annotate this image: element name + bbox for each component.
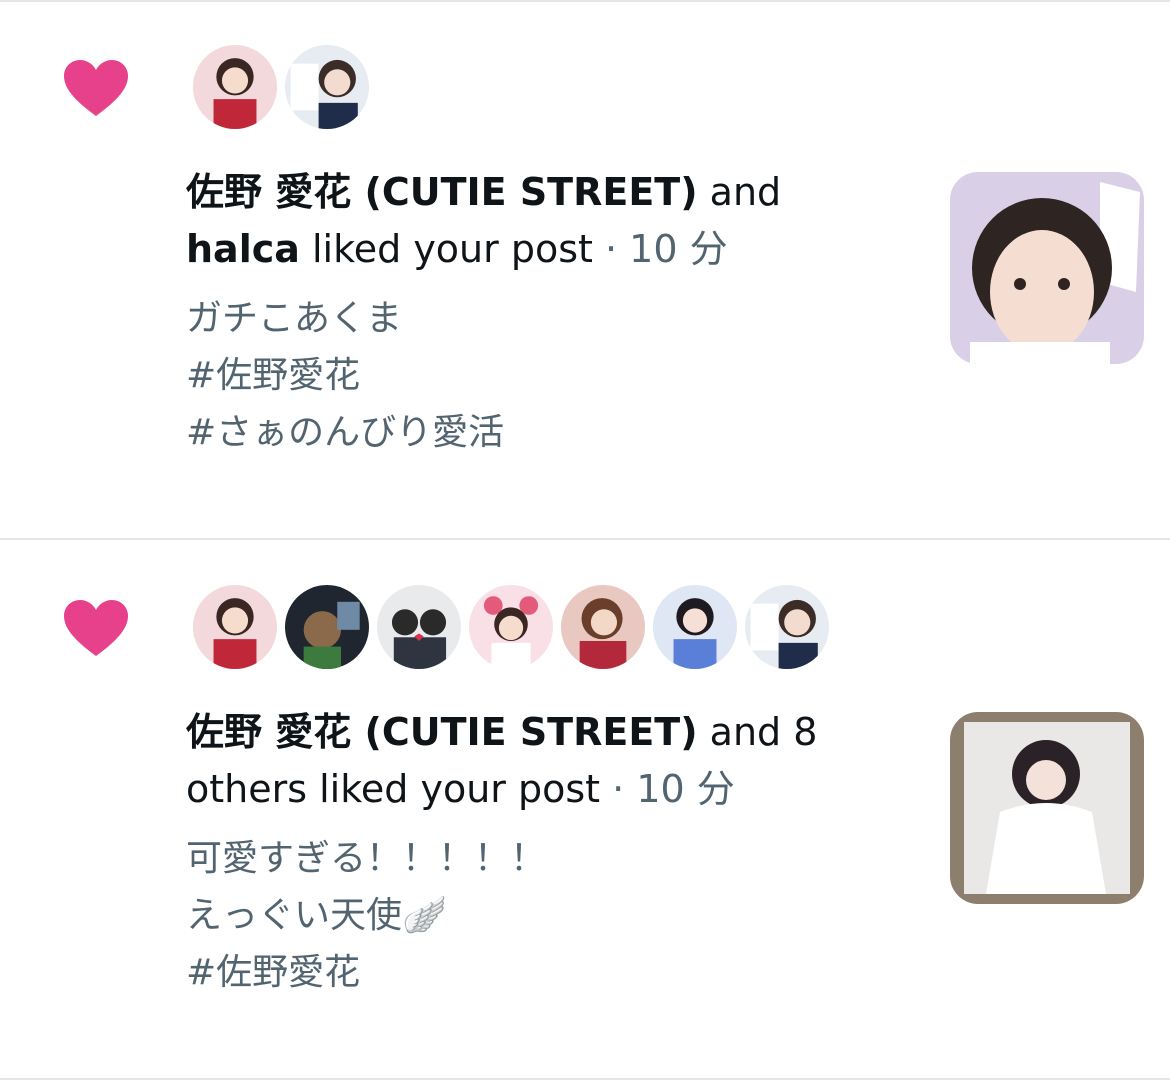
liker-name[interactable]: 佐野 愛花 (CUTIE STREET): [186, 710, 698, 754]
notification-headline: 佐野 愛花 (CUTIE STREET) and halca liked you…: [186, 164, 886, 278]
post-line: #佐野愛花: [186, 952, 361, 993]
avatar[interactable]: [742, 582, 832, 672]
timestamp: 10 分: [629, 227, 728, 271]
avatar[interactable]: [282, 582, 372, 672]
avatar[interactable]: [650, 582, 740, 672]
post-line: えっぐい天使🪽: [186, 895, 447, 936]
post-preview-text[interactable]: 可愛すぎる！！！！！ えっぐい天使🪽 #佐野愛花: [186, 830, 886, 1001]
post-thumbnail[interactable]: [950, 172, 1144, 364]
heart-icon: [64, 600, 128, 658]
notification-headline: 佐野 愛花 (CUTIE STREET) and 8 others liked …: [186, 704, 886, 818]
post-line: #さぁのんびり愛活: [186, 412, 505, 453]
like-notification-2[interactable]: 佐野 愛花 (CUTIE STREET) and 8 others liked …: [0, 540, 1170, 1080]
liker-name[interactable]: 佐野 愛花 (CUTIE STREET): [186, 170, 698, 214]
joiner-text: and: [697, 170, 782, 214]
avatar[interactable]: [190, 42, 280, 132]
separator-dot: ·: [600, 767, 637, 811]
post-line: #佐野愛花: [186, 355, 361, 396]
post-line: 可愛すぎる！！！！！: [186, 838, 547, 879]
avatar[interactable]: [282, 42, 372, 132]
post-thumbnail[interactable]: [950, 712, 1144, 904]
liker-avatars: [190, 42, 372, 132]
heart-icon: [64, 60, 128, 118]
separator-dot: ·: [592, 227, 630, 271]
liker-avatars: [190, 582, 832, 672]
avatar[interactable]: [374, 582, 464, 672]
divider: [0, 1078, 1170, 1080]
timestamp: 10 分: [636, 767, 735, 811]
like-notification-1[interactable]: 佐野 愛花 (CUTIE STREET) and halca liked you…: [0, 0, 1170, 540]
action-text: liked your post: [299, 227, 593, 271]
post-preview-text[interactable]: ガチこあくま #佐野愛花 #さぁのんびり愛活: [186, 290, 886, 461]
avatar[interactable]: [466, 582, 556, 672]
liker-name[interactable]: halca: [186, 227, 300, 271]
avatar[interactable]: [558, 582, 648, 672]
avatar[interactable]: [190, 582, 280, 672]
post-line: ガチこあくま: [186, 298, 403, 339]
